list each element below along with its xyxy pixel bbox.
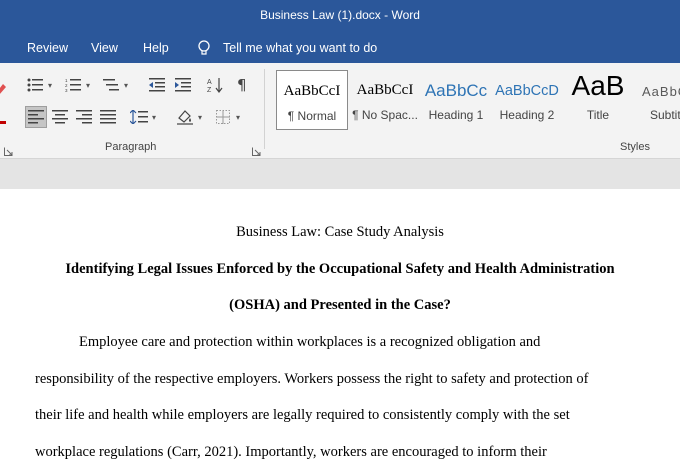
chevron-down-icon[interactable]: ▾ <box>152 113 156 122</box>
bullets-icon[interactable] <box>24 74 46 96</box>
svg-text:A: A <box>207 79 212 86</box>
style-name: ¶ No Spac... <box>352 108 418 122</box>
style-sample: AaB <box>571 70 625 101</box>
shading-icon[interactable] <box>174 106 196 128</box>
chevron-down-icon[interactable]: ▾ <box>86 81 90 90</box>
body-line: workplace regulations (Carr, 2021). Impo… <box>35 444 547 460</box>
style-heading-2[interactable]: AaBbCcD Heading 2 <box>491 70 563 130</box>
style-heading-1[interactable]: AaBbCc Heading 1 <box>420 70 492 130</box>
tell-me-search[interactable]: Tell me what you want to do <box>223 41 377 55</box>
document-heading-line-2: (OSHA) and Presented in the Case? <box>229 297 451 313</box>
style-sample: AaBbCcD <box>495 83 559 99</box>
style-sample: AaBbCc <box>424 81 488 100</box>
line-spacing-icon[interactable] <box>128 106 150 128</box>
style-name: ¶ Normal <box>287 109 337 123</box>
svg-text:Z: Z <box>207 87 212 93</box>
align-left-icon[interactable] <box>25 106 47 128</box>
style-name: Heading 1 <box>428 108 484 122</box>
justify-icon[interactable] <box>97 106 119 128</box>
style-sample: AaBbC <box>642 84 680 99</box>
align-center-icon[interactable] <box>49 106 71 128</box>
highlight-icon[interactable] <box>0 77 12 99</box>
styles-group-label: Styles <box>620 141 650 153</box>
multilevel-list-icon[interactable] <box>100 74 122 96</box>
ribbon-tabs: Review View Help Tell me what you want t… <box>0 33 680 63</box>
numbering-icon[interactable]: 123 <box>62 74 84 96</box>
title-bar: Business Law (1).docx - Word <box>0 0 680 33</box>
body-line: their life and health while employers ar… <box>35 407 570 423</box>
style-name: Subtitle <box>650 108 680 122</box>
borders-icon[interactable] <box>212 106 234 128</box>
decrease-indent-icon[interactable] <box>146 74 168 96</box>
document-course-title: Business Law: Case Study Analysis <box>236 224 444 240</box>
style-sample: AaBbCcI <box>356 82 414 98</box>
body-line: Employee care and protection within work… <box>79 334 541 350</box>
style-normal[interactable]: AaBbCcI ¶ Normal <box>276 70 348 130</box>
align-right-icon[interactable] <box>73 106 95 128</box>
paragraph-dialog-launcher-icon[interactable] <box>252 143 261 156</box>
body-line: responsibility of the respective employe… <box>35 371 589 387</box>
style-name: Title <box>586 108 610 122</box>
increase-indent-icon[interactable] <box>172 74 194 96</box>
style-sample: AaBbCcI <box>283 83 341 99</box>
tab-review[interactable]: Review <box>27 41 68 55</box>
chevron-down-icon[interactable]: ▾ <box>236 113 240 122</box>
font-dialog-launcher-icon[interactable] <box>4 143 13 156</box>
lightbulb-icon[interactable] <box>196 39 212 57</box>
tab-help[interactable]: Help <box>143 41 169 55</box>
chevron-down-icon[interactable]: ▾ <box>198 113 202 122</box>
svg-text:3: 3 <box>65 88 68 92</box>
paragraph-group-label: Paragraph <box>105 141 157 153</box>
style-name: Heading 2 <box>499 108 555 122</box>
ruler-area <box>0 159 680 189</box>
show-formatting-icon[interactable]: ¶ <box>232 74 254 96</box>
chevron-down-icon[interactable]: ▾ <box>48 81 52 90</box>
font-color-icon[interactable] <box>0 106 10 128</box>
chevron-down-icon[interactable]: ▾ <box>124 81 128 90</box>
style-title[interactable]: AaB Title <box>562 70 634 130</box>
ribbon-home: ▾ 123 ▾ ▾ AZ ¶ ▾ ▾ ▾ Paragraph AaBbCcI ¶… <box>0 63 680 159</box>
style-subtitle[interactable]: AaBbC Subtitle <box>636 70 680 130</box>
ribbon-separator <box>264 69 265 149</box>
window-title: Business Law (1).docx - Word <box>260 8 420 22</box>
style-no-spacing[interactable]: AaBbCcI ¶ No Spac... <box>349 70 421 130</box>
svg-text:¶: ¶ <box>237 77 247 93</box>
document-page[interactable]: Business Law: Case Study Analysis Identi… <box>0 189 680 461</box>
sort-icon[interactable]: AZ <box>204 74 226 96</box>
document-heading-line-1: Identifying Legal Issues Enforced by the… <box>65 261 615 277</box>
tab-view[interactable]: View <box>91 41 118 55</box>
